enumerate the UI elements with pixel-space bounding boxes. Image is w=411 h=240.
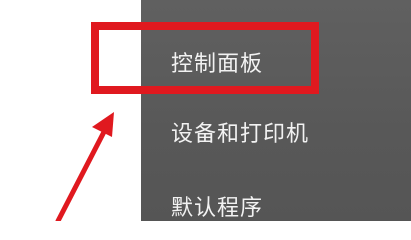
desktop-background [0,0,145,221]
menu-item-devices-and-printers[interactable]: 设备和打印机 [141,108,411,156]
menu-item-control-panel[interactable]: 控制面板 [141,38,411,86]
menu-item-label: 控制面板 [171,52,264,77]
menu-item-label: 默认程序 [171,196,264,221]
menu-item-label: 设备和打印机 [171,122,310,147]
start-menu-right-panel: 控制面板 设备和打印机 默认程序 [141,0,411,221]
menu-item-default-programs[interactable]: 默认程序 [141,182,411,230]
